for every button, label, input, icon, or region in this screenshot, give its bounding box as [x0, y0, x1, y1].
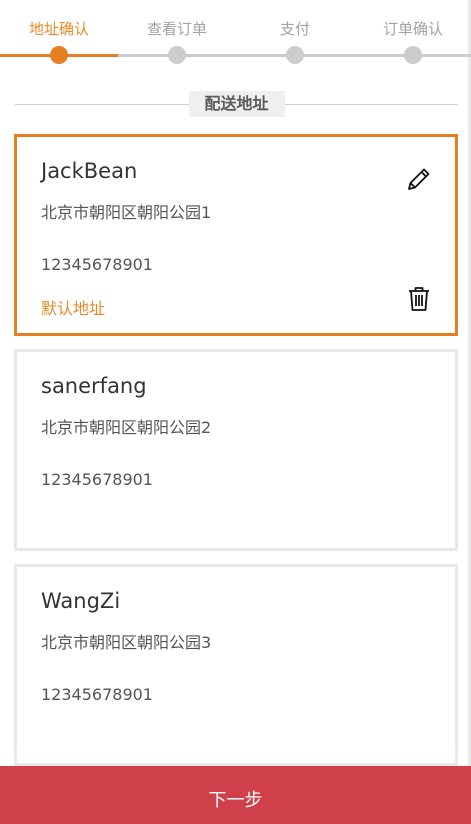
step-view-order[interactable]: 查看订单	[118, 0, 236, 70]
next-step-button[interactable]: 下一步	[0, 766, 471, 824]
recipient-phone: 12345678901	[41, 685, 153, 704]
delivery-address-header: 配送地址	[15, 91, 458, 117]
recipient-name: WangZi	[41, 589, 121, 613]
pencil-icon[interactable]	[405, 165, 433, 193]
default-address-link[interactable]: 默认地址	[41, 295, 105, 319]
recipient-phone: 12345678901	[41, 470, 153, 489]
recipient-name: sanerfang	[41, 374, 147, 398]
step-dot	[286, 46, 304, 64]
step-label: 订单确认	[382, 20, 443, 38]
recipient-name: JackBean	[41, 159, 138, 183]
section-title: 配送地址	[188, 91, 285, 117]
step-label: 查看订单	[146, 20, 207, 38]
step-payment[interactable]: 支付	[236, 0, 354, 70]
recipient-address: 北京市朝阳区朝阳公园3	[41, 633, 212, 652]
step-label: 地址确认	[28, 20, 89, 38]
address-card[interactable]: WangZi 北京市朝阳区朝阳公园3 12345678901	[14, 564, 458, 766]
step-dot	[50, 46, 68, 64]
step-order-confirm[interactable]: 订单确认	[354, 0, 471, 70]
step-label: 支付	[279, 20, 310, 38]
step-dot	[168, 46, 186, 64]
recipient-phone: 12345678901	[41, 255, 153, 274]
recipient-address: 北京市朝阳区朝阳公园2	[41, 418, 212, 437]
trash-icon[interactable]	[406, 285, 434, 313]
step-address-confirm[interactable]: 地址确认	[0, 0, 118, 70]
recipient-address: 北京市朝阳区朝阳公园1	[41, 203, 212, 222]
step-dot	[404, 46, 422, 64]
address-card[interactable]: JackBean 北京市朝阳区朝阳公园1 12345678901 默认地址	[14, 134, 458, 336]
address-card[interactable]: sanerfang 北京市朝阳区朝阳公园2 12345678901	[14, 349, 458, 551]
checkout-steps: 地址确认 查看订单 支付 订单确认	[0, 0, 471, 70]
